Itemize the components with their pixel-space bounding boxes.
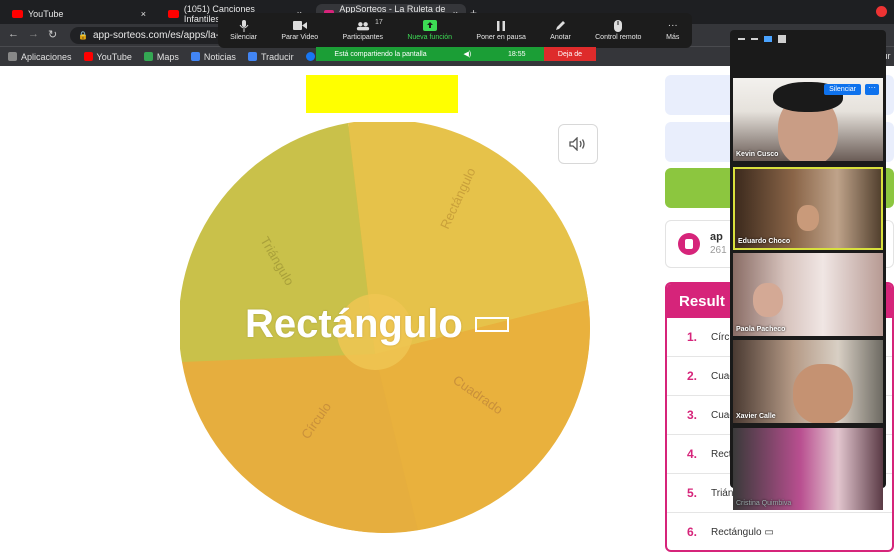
speaker-view-icon[interactable] bbox=[764, 36, 772, 42]
youtube-icon bbox=[168, 10, 179, 18]
pause-share-button[interactable]: Poner en pausa bbox=[476, 20, 526, 41]
wheel-result: Rectángulo bbox=[245, 302, 509, 347]
youtube-icon bbox=[12, 10, 23, 18]
maps-icon bbox=[143, 52, 153, 61]
translate-icon bbox=[247, 52, 257, 61]
participant-video bbox=[793, 364, 853, 423]
participants-count: 17 bbox=[375, 19, 383, 26]
people-icon bbox=[356, 20, 370, 31]
participant-name: Xavier Calle bbox=[736, 413, 776, 420]
news-icon bbox=[190, 52, 200, 61]
back-icon[interactable]: ← bbox=[8, 28, 19, 40]
reload-icon[interactable]: ↻ bbox=[48, 28, 57, 41]
participant-tile[interactable]: Paola Pacheco bbox=[733, 253, 883, 336]
volume-icon: ◀) bbox=[463, 51, 472, 58]
participant-tile[interactable]: Cristina Quimbiva bbox=[733, 428, 883, 510]
list-item: 6. Rectángulo ▭ bbox=[667, 513, 892, 550]
participant-video bbox=[753, 283, 783, 317]
share-screen-button[interactable]: Nueva función bbox=[407, 20, 452, 41]
annotate-button[interactable]: Anotar bbox=[550, 20, 571, 41]
participant-name: Cristina Quimbiva bbox=[736, 500, 792, 507]
participant-name: Kevin Cusco bbox=[736, 151, 779, 158]
mute-button[interactable]: Silenciar bbox=[230, 19, 257, 41]
gallery-view-controls bbox=[730, 30, 886, 48]
url-text: app-sorteos.com/es/apps/la-r bbox=[92, 30, 223, 41]
participant-tile[interactable]: Xavier Calle bbox=[733, 340, 883, 423]
bookmark-traducir[interactable]: Traducir bbox=[247, 52, 294, 62]
pause-icon bbox=[494, 20, 508, 31]
bookmark-youtube[interactable]: YouTube bbox=[83, 52, 132, 62]
zoom-meeting-toolbar: Silenciar Parar Video Participantes Nuev… bbox=[218, 13, 692, 48]
profile-icon[interactable] bbox=[876, 6, 887, 17]
app-count: 261 bbox=[710, 245, 727, 256]
participant-name: Paola Pacheco bbox=[736, 326, 786, 333]
participant-name: Eduardo Choco bbox=[738, 238, 791, 245]
forward-icon[interactable]: → bbox=[28, 28, 39, 40]
share-status-text: Está compartiendo la pantalla bbox=[334, 50, 427, 58]
microphone-icon bbox=[237, 19, 251, 32]
facebook-icon bbox=[305, 52, 315, 61]
participant-video bbox=[797, 205, 819, 231]
tab-label: YouTube bbox=[28, 9, 64, 19]
more-button[interactable]: ··· Más bbox=[666, 20, 680, 41]
camera-icon bbox=[292, 20, 307, 31]
zoom-gallery-panel: Silenciar ··· Kevin Cusco Eduardo Choco … bbox=[730, 30, 886, 510]
wheel-result-text: Rectángulo bbox=[245, 302, 463, 346]
bookmark-apps[interactable]: Aplicaciones bbox=[8, 52, 72, 62]
collapse-icon[interactable] bbox=[751, 38, 758, 40]
more-icon: ··· bbox=[667, 20, 678, 31]
lock-icon: 🔒 bbox=[78, 31, 88, 40]
stop-share-button[interactable]: Deja de bbox=[544, 47, 596, 61]
tab-close-icon[interactable]: × bbox=[141, 9, 146, 19]
bookmark-maps[interactable]: Maps bbox=[143, 52, 179, 62]
share-icon bbox=[422, 20, 437, 31]
mouse-icon bbox=[611, 19, 625, 32]
apps-grid-icon bbox=[8, 52, 17, 61]
tile-more-button[interactable]: ··· bbox=[865, 84, 879, 95]
yellow-banner bbox=[306, 75, 458, 113]
youtube-icon bbox=[83, 52, 93, 61]
minimize-icon[interactable] bbox=[738, 38, 745, 40]
remote-control-button[interactable]: Control remoto bbox=[595, 19, 641, 41]
participant-tile[interactable]: Silenciar ··· Kevin Cusco bbox=[733, 78, 883, 161]
gallery-view-icon[interactable] bbox=[778, 35, 786, 43]
address-bar[interactable]: 🔒 app-sorteos.com/es/apps/la-r bbox=[70, 27, 230, 44]
pencil-icon bbox=[553, 20, 567, 31]
participant-tile-active[interactable]: Eduardo Choco bbox=[733, 167, 883, 250]
app-name: ap bbox=[710, 231, 723, 243]
rectangle-icon bbox=[474, 317, 509, 332]
stop-video-button[interactable]: Parar Video bbox=[281, 20, 318, 41]
tile-mute-button[interactable]: Silenciar bbox=[824, 84, 861, 95]
appsorteos-logo-icon bbox=[678, 233, 700, 255]
browser-tab-youtube[interactable]: YouTube × bbox=[4, 4, 154, 24]
screen-share-indicator: Está compartiendo la pantalla ◀) 18:55 D… bbox=[316, 47, 596, 61]
bookmark-noticias[interactable]: Noticias bbox=[190, 52, 236, 62]
share-status: Está compartiendo la pantalla ◀) 18:55 bbox=[316, 47, 544, 61]
share-timer: 18:55 bbox=[508, 50, 526, 58]
